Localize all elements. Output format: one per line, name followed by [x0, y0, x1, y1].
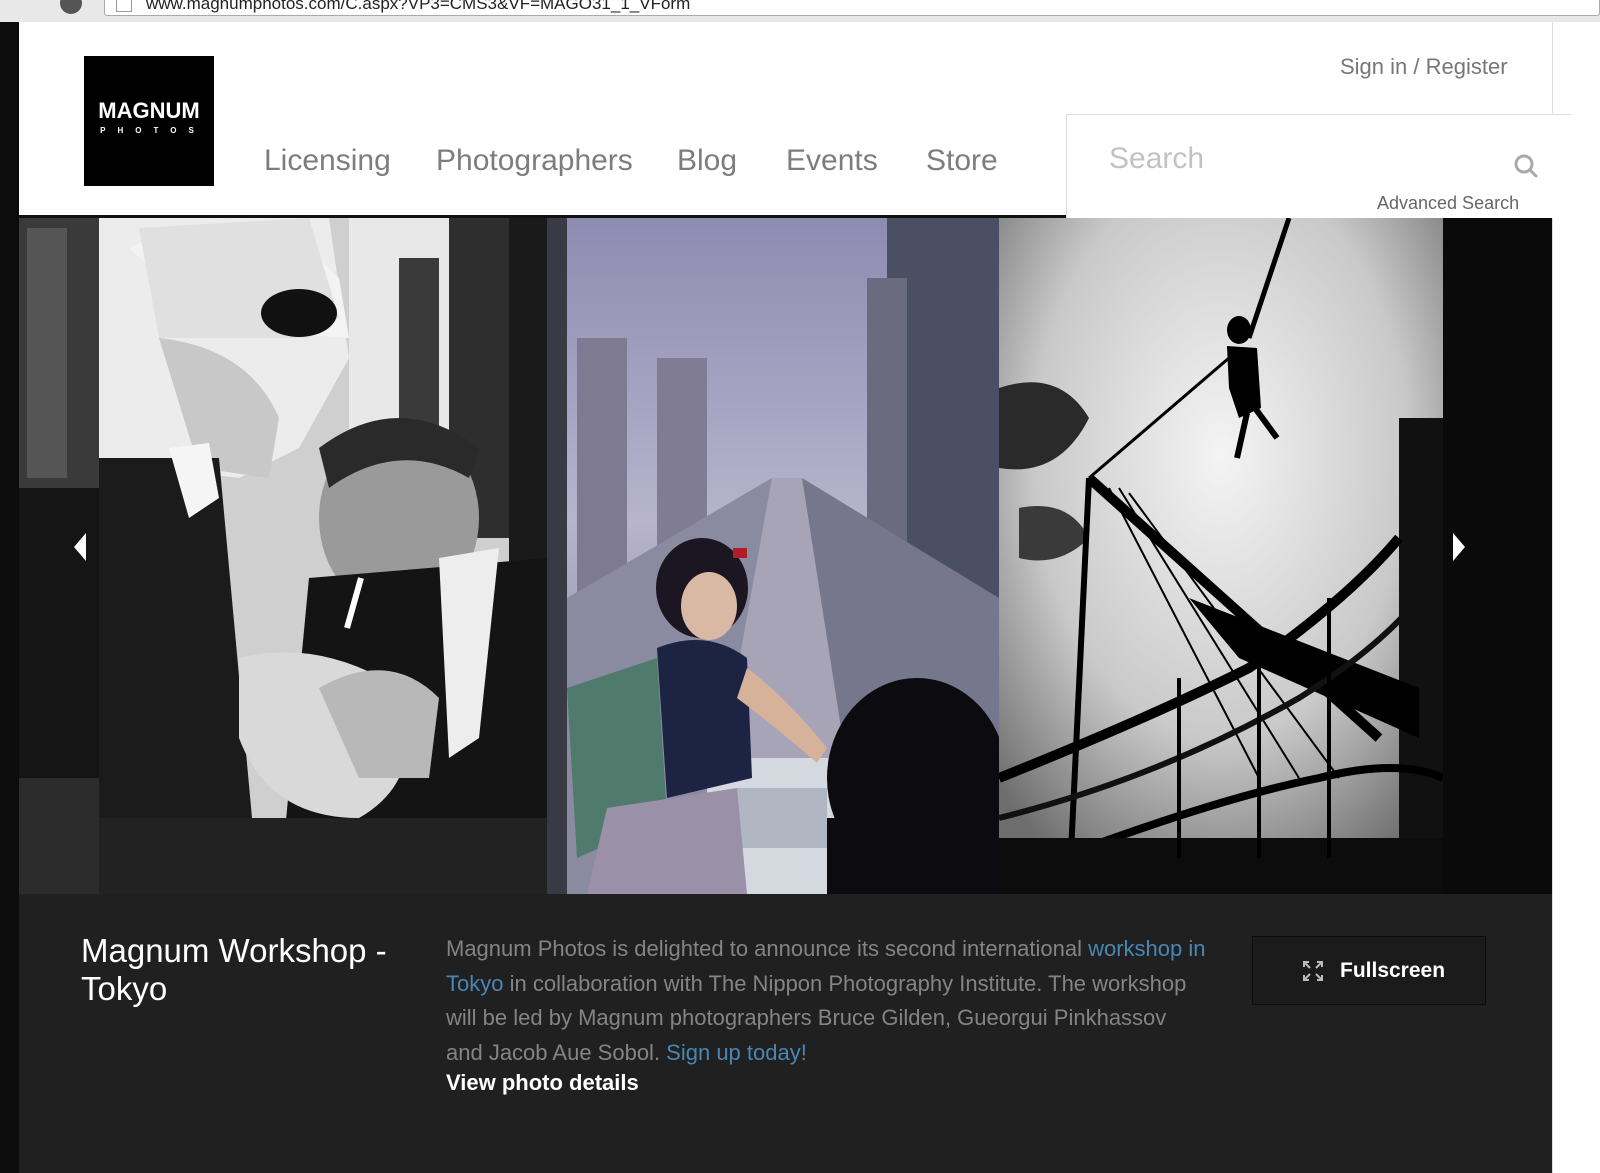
nav-store[interactable]: Store — [926, 144, 998, 178]
search-icon[interactable] — [1513, 153, 1539, 179]
carousel-photo-girl-window[interactable] — [547, 218, 999, 894]
reload-icon[interactable] — [60, 0, 82, 14]
prev-arrow-icon[interactable] — [74, 533, 86, 561]
caption-text-2: in collaboration with The Nippon Photogr… — [446, 970, 1187, 1065]
logo-subtitle: PHOTOS — [100, 126, 206, 135]
caption-title: Magnum Workshop - Tokyo — [81, 932, 387, 1007]
view-photo-details-link[interactable]: View photo details — [446, 1070, 639, 1096]
site-header: MAGNUM PHOTOS Licensing Photographers Bl… — [19, 22, 1571, 218]
sign-in-register-link[interactable]: Sign in / Register — [1340, 54, 1508, 80]
carousel-photo-men-cigarette[interactable] — [99, 218, 547, 894]
caption-panel: Magnum Workshop - Tokyo Magnum Photos is… — [19, 894, 1552, 1173]
nav-blog[interactable]: Blog — [677, 144, 737, 178]
left-page-edge — [0, 22, 19, 1173]
photo-carousel — [19, 218, 1552, 894]
sign-up-link[interactable]: Sign up today! — [666, 1040, 807, 1065]
fullscreen-button[interactable]: Fullscreen — [1252, 936, 1486, 1005]
logo-wordmark: MAGNUM — [98, 98, 200, 123]
fullscreen-label: Fullscreen — [1340, 959, 1446, 982]
address-url[interactable]: www.magnumphotos.com/C.aspx?VP3=CMS3&VF=… — [146, 0, 690, 14]
search-input[interactable] — [1107, 141, 1471, 177]
page-icon — [116, 0, 132, 12]
advanced-search-link[interactable]: Advanced Search — [1377, 193, 1519, 214]
carousel-photo-swing-coaster[interactable] — [999, 218, 1443, 894]
nav-photographers[interactable]: Photographers — [436, 144, 633, 178]
search-panel: Advanced Search — [1066, 114, 1571, 218]
expand-icon — [1303, 961, 1323, 981]
magnum-logo[interactable]: MAGNUM PHOTOS — [84, 56, 214, 186]
next-arrow-icon[interactable] — [1453, 533, 1465, 561]
partial-previous-photo — [19, 218, 99, 894]
nav-licensing[interactable]: Licensing — [264, 144, 391, 178]
nav-events[interactable]: Events — [786, 144, 878, 178]
caption-text-1: Magnum Photos is delighted to announce i… — [446, 936, 1089, 961]
browser-chrome: www.magnumphotos.com/C.aspx?VP3=CMS3&VF=… — [0, 0, 1600, 23]
caption-description: Magnum Photos is delighted to announce i… — [446, 932, 1206, 1070]
